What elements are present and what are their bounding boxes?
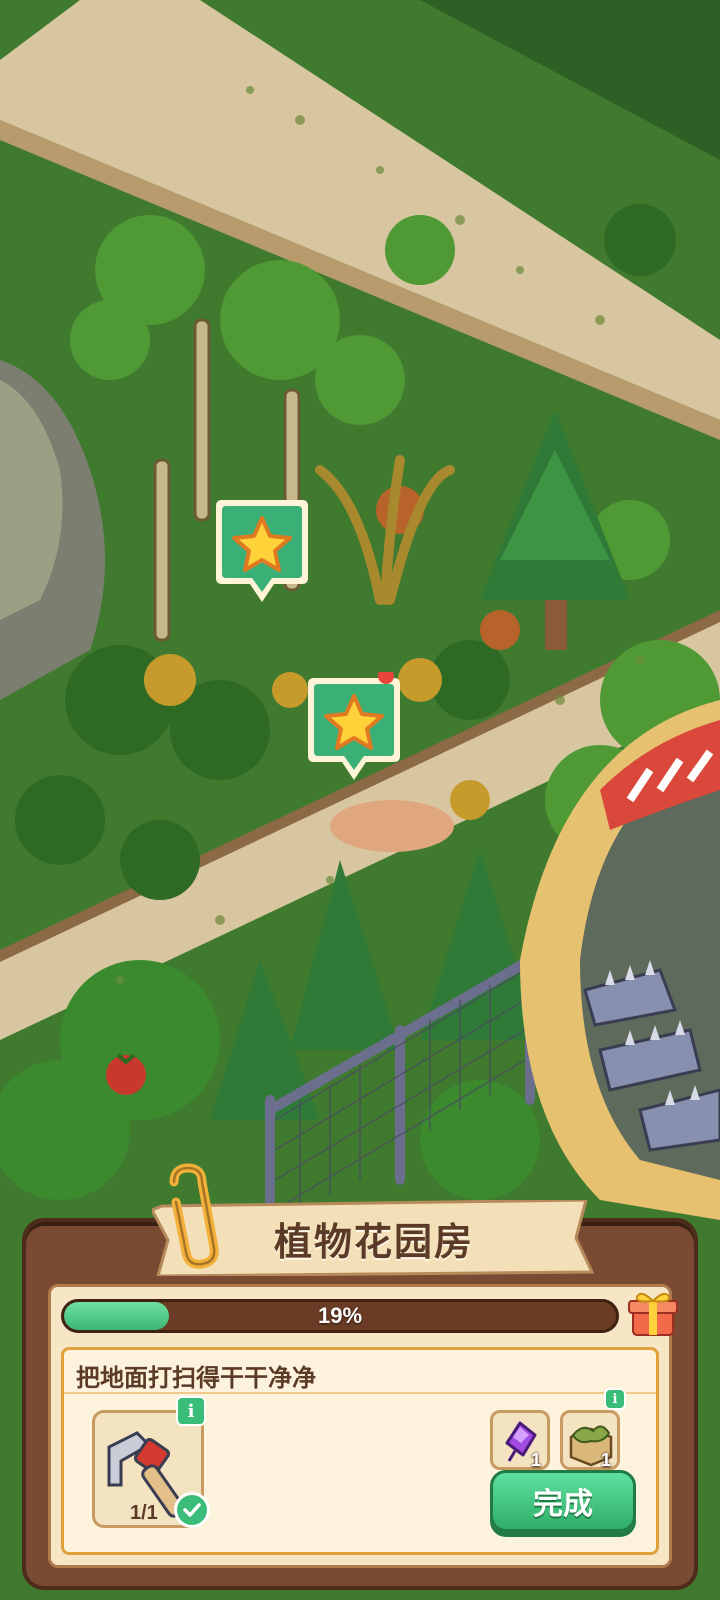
gift-box-button[interactable] [627, 1287, 679, 1339]
reward-slot-box[interactable]: 1 [560, 1410, 620, 1470]
task-card: 把地面打扫得干干净净 i 1/1 1 1 i 完成 [61, 1347, 659, 1555]
star-marker-1[interactable] [212, 494, 312, 606]
check-icon [174, 1492, 210, 1528]
panel-content: 19% 把地面打扫得干干净净 i 1/1 1 1 i 完成 [48, 1284, 678, 1568]
task-panel: 植物花园房 19% 把地面打扫得干干净净 i 1/1 1 1 i 完成 [22, 1163, 698, 1590]
star-icon [216, 500, 308, 602]
divider [64, 1392, 656, 1394]
star-icon [308, 668, 400, 780]
gift-icon [628, 1292, 678, 1336]
progress-label: 19% [317, 1303, 363, 1328]
reward-count: 1 [600, 1450, 611, 1470]
reward-slot-gem[interactable]: 1 [490, 1410, 550, 1470]
paperclip-icon [169, 1163, 219, 1269]
reward-info-button[interactable]: i [604, 1388, 626, 1410]
task-title: 把地面打扫得干干净净 [76, 1365, 316, 1392]
tool-count: 1/1 [130, 1502, 158, 1524]
progress-bar: 19% [61, 1299, 619, 1333]
tool-info-button[interactable]: i [176, 1396, 206, 1426]
reward-count: 1 [530, 1450, 541, 1470]
complete-button[interactable]: 完成 [490, 1470, 636, 1532]
star-marker-2[interactable] [304, 668, 404, 784]
